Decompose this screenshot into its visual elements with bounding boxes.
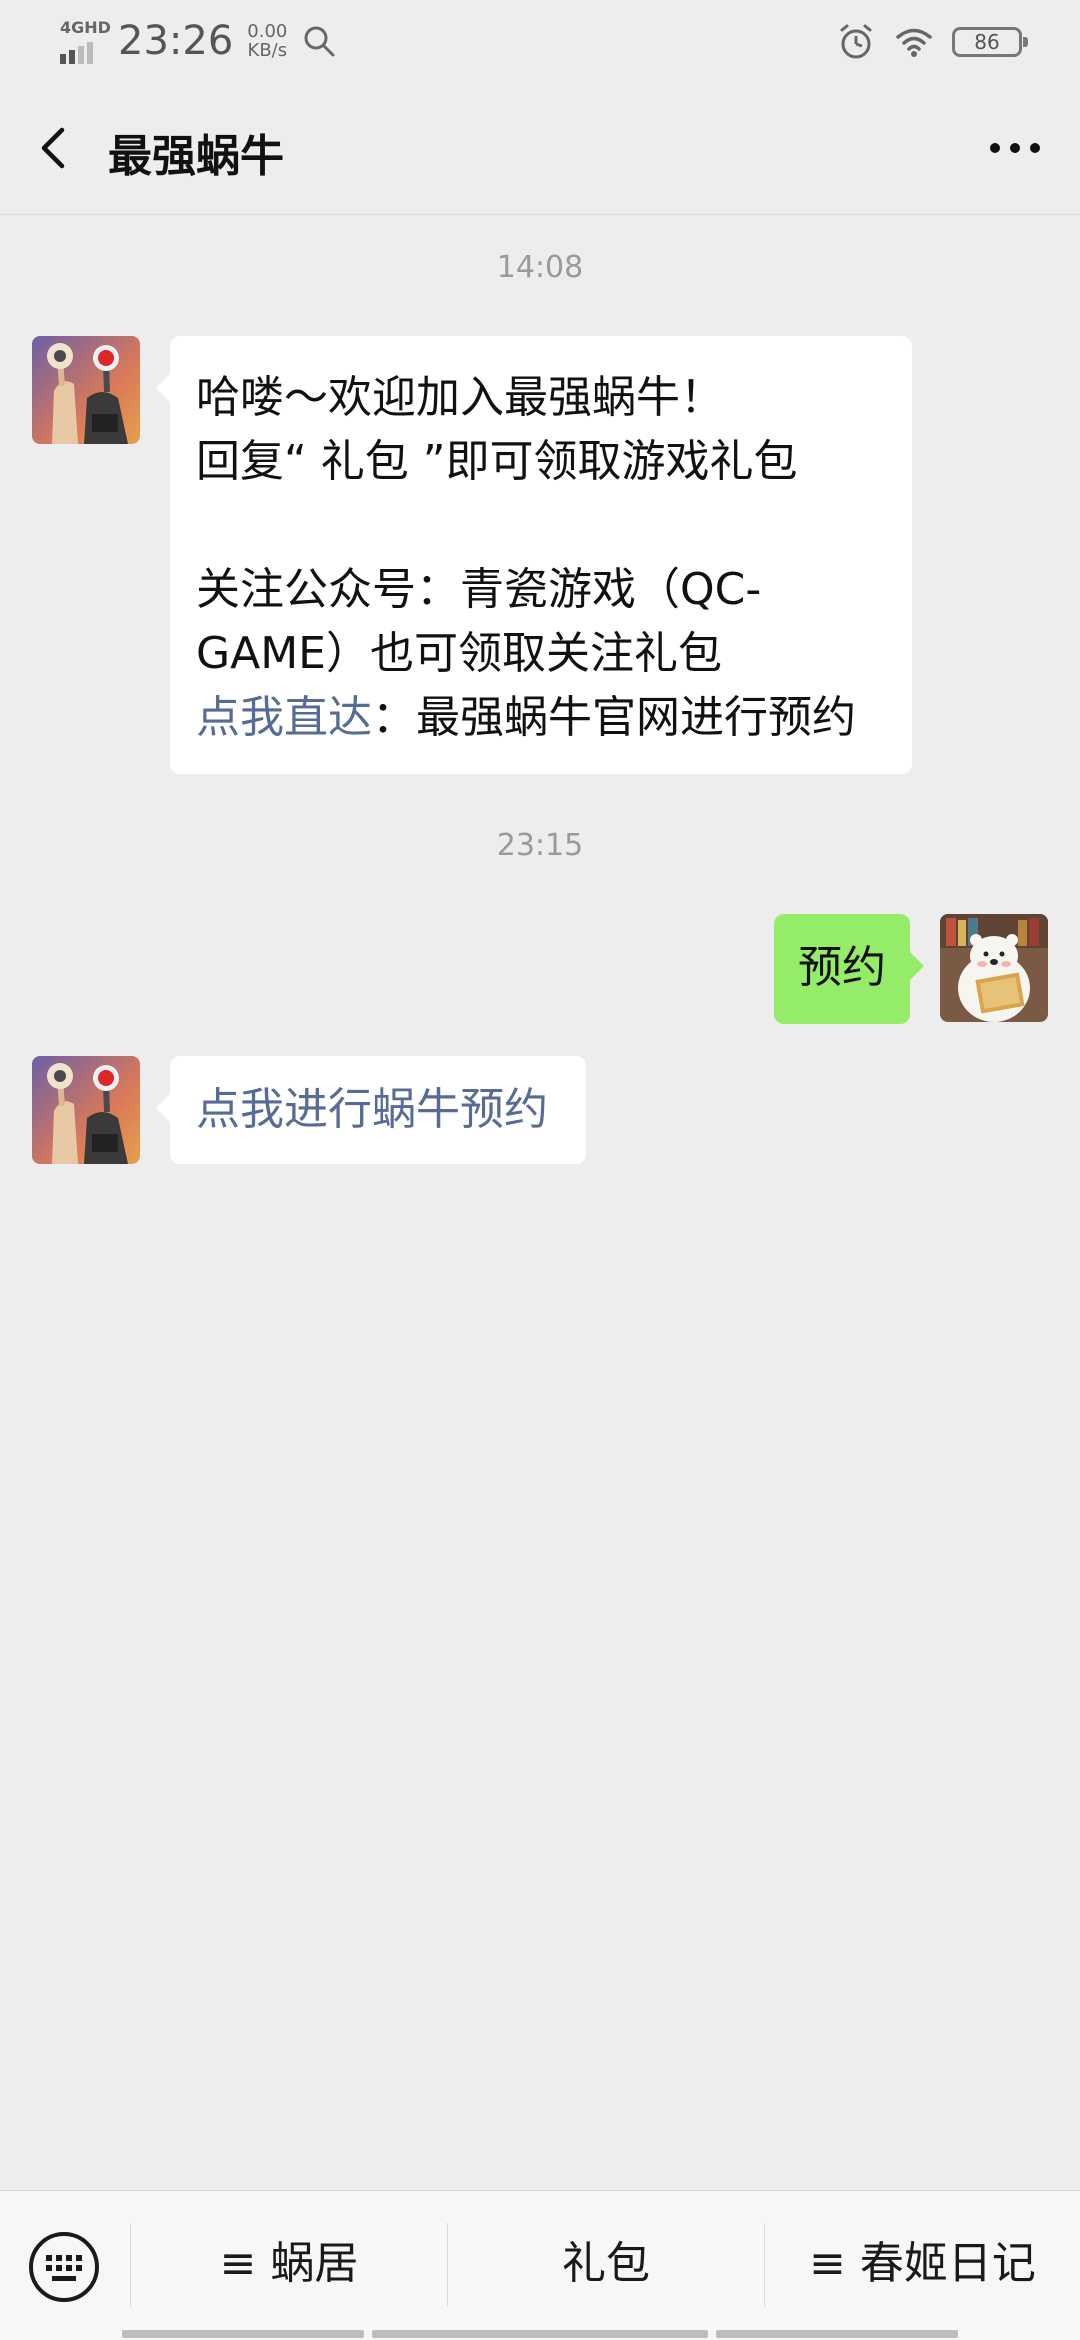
bottom-menu-bar: ≡ 蜗居 礼包 ≡ 春姬日记	[0, 2190, 1080, 2340]
message-text-line: 点我直达：最强蜗牛官网进行预约	[196, 686, 886, 750]
home-indicator-segment	[122, 2330, 364, 2338]
status-right: 86	[836, 22, 1028, 62]
reservation-link[interactable]: 点我进行蜗牛预约	[196, 1084, 548, 1135]
home-indicator-segment	[372, 2330, 708, 2338]
game-avatar-icon[interactable]	[32, 336, 140, 444]
message-timestamp: 14:08	[496, 250, 584, 285]
message-text: 哈喽～欢迎加入最强蜗牛！	[196, 372, 724, 423]
message-text: GAME）也可领取关注礼包	[196, 628, 722, 679]
battery-indicator: 86	[952, 27, 1028, 57]
network-speed-value: 0.00	[247, 21, 288, 42]
chat-header: 最强蜗牛	[0, 84, 1080, 215]
chat-title: 最强蜗牛	[108, 131, 284, 182]
signal-bars-icon	[60, 42, 93, 64]
message-timestamp: 23:15	[496, 828, 584, 863]
message-text: ：最强蜗牛官网进行预约	[372, 692, 856, 743]
status-left: 4GHD 23:26 0.00 KB/s	[58, 18, 337, 64]
home-indicator-segment	[716, 2330, 958, 2338]
menu-item-gift[interactable]: 礼包	[448, 2219, 764, 2309]
status-bar: 4GHD 23:26 0.00 KB/s 86	[0, 0, 1080, 84]
network-indicator: 4GHD	[58, 18, 111, 64]
message-bubble-incoming[interactable]: 点我进行蜗牛预约	[156, 1056, 586, 1164]
keyboard-icon[interactable]	[28, 2231, 100, 2303]
message-bubble-outgoing[interactable]: 预约	[774, 914, 924, 1024]
wifi-icon	[896, 28, 932, 57]
official-site-link[interactable]: 点我直达	[196, 692, 372, 743]
message-text: 预约	[798, 942, 886, 993]
message-text: 关注公众号：青瓷游戏（QC-	[196, 564, 762, 615]
back-arrow-icon[interactable]	[26, 118, 86, 178]
game-avatar-icon[interactable]	[32, 1056, 140, 1164]
search-icon	[304, 26, 335, 57]
message-text: 回复“ 礼包 ”即可领取游戏礼包	[196, 436, 798, 487]
network-speed-unit: KB/s	[247, 40, 288, 61]
alarm-icon	[840, 24, 872, 59]
status-time: 23:26	[118, 18, 234, 64]
menu-item-woju[interactable]: ≡ 蜗居	[131, 2219, 447, 2309]
network-speed: 0.00 KB/s	[247, 22, 287, 60]
network-type: 4GHD	[60, 18, 111, 37]
menu-item-diary[interactable]: ≡ 春姬日记	[765, 2219, 1080, 2309]
more-options-icon[interactable]	[980, 118, 1050, 178]
message-bubble-incoming[interactable]: 哈喽～欢迎加入最强蜗牛！ 回复“ 礼包 ”即可领取游戏礼包 关注公众号：青瓷游戏…	[156, 336, 912, 774]
user-avatar-icon[interactable]	[940, 914, 1048, 1022]
